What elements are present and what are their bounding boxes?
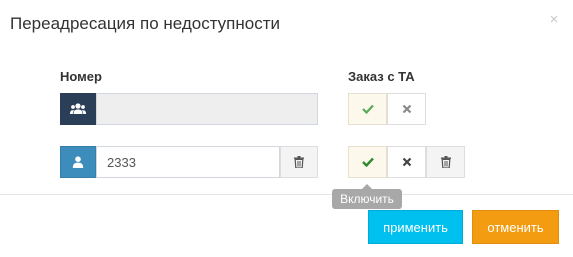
dialog-title: Переадресация по недоступности <box>10 14 281 33</box>
close-icon[interactable]: × <box>547 12 561 27</box>
order-enable-button[interactable] <box>348 146 387 178</box>
delete-number-button[interactable] <box>280 146 318 178</box>
group-number-input <box>96 93 318 125</box>
order-enable-button[interactable] <box>348 93 387 125</box>
trash-icon <box>294 156 304 168</box>
cross-icon <box>402 157 411 167</box>
order-disable-button[interactable] <box>387 146 426 178</box>
number-column-label: Номер <box>60 69 102 84</box>
unavailable-forwarding-dialog: Переадресация по недоступности × Номер З… <box>0 0 573 257</box>
check-icon <box>361 104 374 114</box>
order-disable-button[interactable] <box>387 93 426 125</box>
order-column-label: Заказ с ТА <box>348 69 415 84</box>
forwarding-row: 2333 <box>0 146 573 178</box>
apply-button[interactable]: применить <box>368 210 463 244</box>
cancel-button[interactable]: отменить <box>472 210 559 244</box>
trash-icon <box>440 156 451 168</box>
cross-icon <box>402 104 411 114</box>
delete-row-button[interactable] <box>426 146 465 178</box>
enable-tooltip: Включить <box>332 184 402 209</box>
phone-number-input[interactable]: 2333 <box>96 146 280 178</box>
check-icon <box>361 157 374 167</box>
forwarding-row <box>0 93 573 125</box>
footer-divider <box>0 194 573 195</box>
user-icon <box>60 146 96 178</box>
group-icon <box>60 93 96 125</box>
